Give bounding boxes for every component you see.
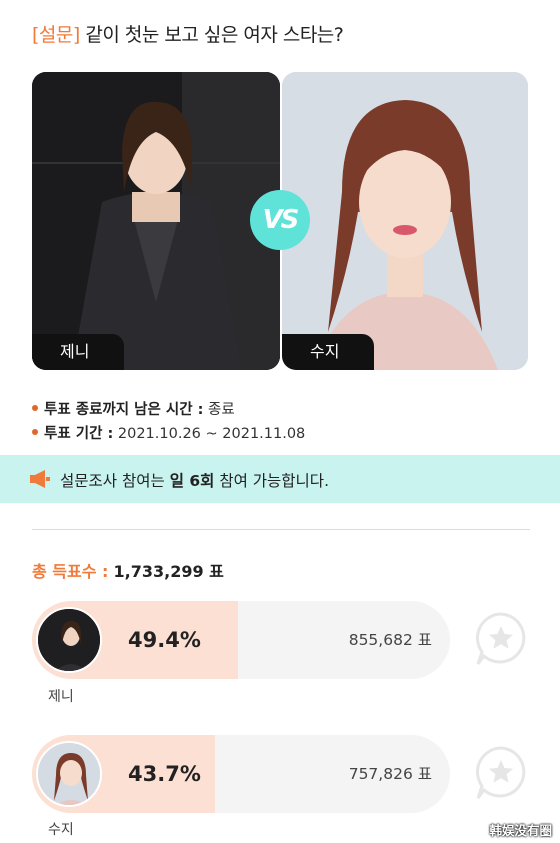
candidate-photo-jennie[interactable]: 제니	[32, 72, 280, 370]
candidate-photo-suzy[interactable]: 수지	[282, 72, 528, 370]
vote-period-line: 투표 기간 : 2021.10.26 ~ 2021.11.08	[32, 422, 305, 443]
total-votes-label: 총 득표수 :	[32, 562, 109, 581]
remaining-time-line: 투표 종료까지 남은 시간 : 종료	[32, 398, 235, 419]
vote-period-label: 투표 기간 :	[44, 426, 114, 442]
total-votes: 총 득표수 : 1,733,299 표	[32, 558, 224, 582]
survey-title: [설문] 같이 첫눈 보고 싶은 여자 스타는?	[32, 20, 344, 47]
vs-badge: VS	[250, 190, 310, 250]
result-name: 제니	[48, 689, 74, 705]
bullet-icon	[32, 429, 38, 435]
remaining-time-label: 투표 종료까지 남은 시간 :	[44, 402, 204, 418]
divider	[32, 529, 530, 530]
notice-text: 설문조사 참여는 일 6회 참여 가능합니다.	[60, 469, 329, 491]
avatar	[36, 607, 102, 673]
result-name: 수지	[48, 822, 74, 838]
candidate-name-tag: 수지	[282, 334, 374, 370]
notice-text-bold: 일 6회	[169, 472, 215, 490]
candidate-name-tag: 제니	[32, 334, 124, 370]
remaining-time-value: 종료	[208, 402, 235, 418]
result-percent: 49.4%	[128, 628, 201, 652]
star-vote-icon[interactable]	[472, 744, 530, 802]
notice-text-part: 설문조사 참여는	[60, 472, 170, 490]
megaphone-icon	[30, 470, 50, 488]
total-votes-value: 1,733,299 표	[113, 562, 224, 581]
watermark: 韩娱没有圈	[489, 823, 552, 838]
bullet-icon	[32, 405, 38, 411]
result-percent: 43.7%	[128, 762, 201, 786]
notice-text-part: 참여 가능합니다.	[214, 472, 329, 490]
person-photo-illustration	[282, 72, 528, 370]
survey-question: 같이 첫눈 보고 싶은 여자 스타는?	[85, 24, 344, 46]
vote-period-value: 2021.10.26 ~ 2021.11.08	[117, 426, 306, 442]
survey-tag: [설문]	[32, 24, 80, 46]
result-count: 855,682 표	[348, 631, 432, 649]
person-photo-illustration	[32, 72, 280, 370]
result-count: 757,826 표	[348, 765, 432, 783]
avatar	[36, 741, 102, 807]
star-vote-icon[interactable]	[472, 610, 530, 668]
participation-notice: 설문조사 참여는 일 6회 참여 가능합니다.	[0, 455, 560, 503]
